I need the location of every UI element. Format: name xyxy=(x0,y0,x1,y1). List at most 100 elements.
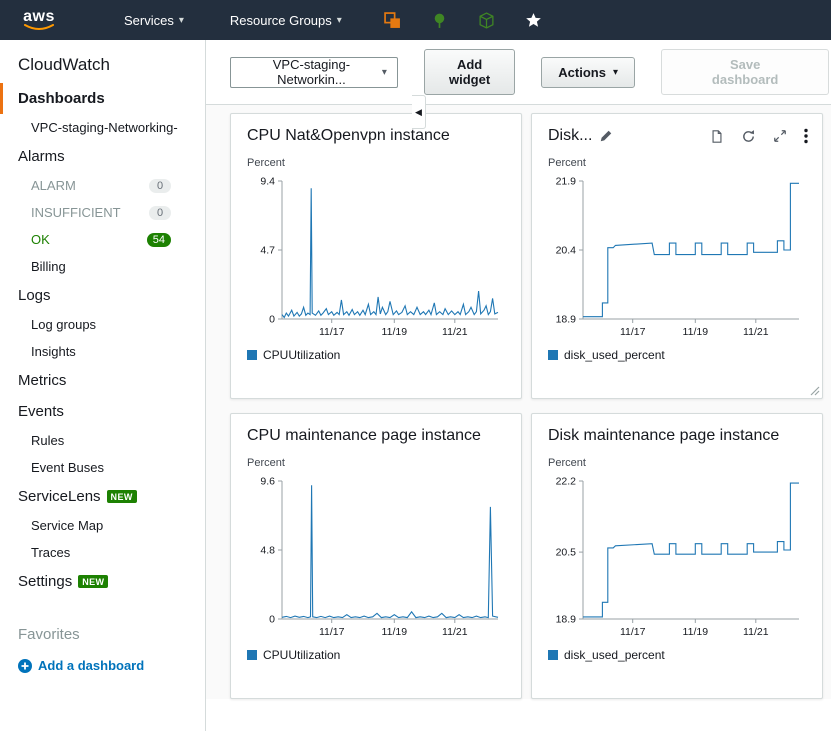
sidebar-item-log-groups[interactable]: Log groups xyxy=(0,311,205,338)
svg-text:21.9: 21.9 xyxy=(556,176,577,188)
legend-swatch xyxy=(548,650,558,660)
svg-text:9.6: 9.6 xyxy=(260,476,275,488)
legend-label[interactable]: disk_used_percent xyxy=(564,648,665,662)
widget-title: Disk... xyxy=(548,127,592,145)
svg-text:11/17: 11/17 xyxy=(620,326,646,338)
service-shortcut-stack-icon[interactable] xyxy=(384,12,401,29)
sidebar-item-servicelens[interactable]: ServiceLens NEW xyxy=(0,481,205,512)
sidebar-item-alarms[interactable]: Alarms xyxy=(0,141,205,172)
svg-text:11/21: 11/21 xyxy=(442,626,468,638)
actions-button[interactable]: Actions ▾ xyxy=(541,57,635,88)
refresh-icon[interactable] xyxy=(741,129,756,144)
widget-title: CPU maintenance page instance xyxy=(247,427,481,445)
service-shortcut-beanstalk-icon[interactable] xyxy=(431,12,448,29)
sidebar-item-traces[interactable]: Traces xyxy=(0,539,205,566)
y-axis-unit-label: Percent xyxy=(532,447,822,471)
sidebar-item-insufficient-state[interactable]: INSUFFICIENT 0 xyxy=(0,199,205,226)
add-dashboard-link[interactable]: Add a dashboard xyxy=(0,650,205,681)
kebab-menu-icon[interactable] xyxy=(804,128,808,144)
sidebar-item-metrics[interactable]: Metrics xyxy=(0,365,205,396)
sidebar-item-insights[interactable]: Insights xyxy=(0,338,205,365)
chart-legend: CPUUtilization xyxy=(231,643,521,667)
sidebar-item-logs[interactable]: Logs xyxy=(0,280,205,311)
legend-label[interactable]: disk_used_percent xyxy=(564,348,665,362)
new-badge: NEW xyxy=(78,575,108,588)
svg-text:0: 0 xyxy=(269,614,275,626)
widget-title: CPU Nat&Openvpn instance xyxy=(247,127,450,145)
add-widget-button[interactable]: Add widget xyxy=(424,49,515,95)
legend-swatch xyxy=(247,350,257,360)
svg-text:11/21: 11/21 xyxy=(442,326,468,338)
pin-star-icon[interactable] xyxy=(525,12,542,29)
widget-disk-maintenance[interactable]: Disk maintenance page instance Percent 2… xyxy=(531,413,823,699)
cloudwatch-sidebar: CloudWatch Dashboards VPC-staging-Networ… xyxy=(0,40,206,731)
svg-text:11/19: 11/19 xyxy=(683,326,709,338)
legend-label[interactable]: CPUUtilization xyxy=(263,648,340,662)
disk-used-percent-chart[interactable]: 21.9 20.4 18.9 11/17 11/19 11/21 xyxy=(541,171,813,343)
sidebar-title-cloudwatch[interactable]: CloudWatch xyxy=(0,40,205,83)
svg-text:11/17: 11/17 xyxy=(319,326,345,338)
widget-cpu-nat-openvpn[interactable]: CPU Nat&Openvpn instance Percent 9.4 4.7 0… xyxy=(230,113,522,399)
sidebar-item-events[interactable]: Events xyxy=(0,396,205,427)
widget-title: Disk maintenance page instance xyxy=(548,427,779,445)
svg-text:11/17: 11/17 xyxy=(620,626,646,638)
widget-disk[interactable]: Disk... xyxy=(531,113,823,399)
svg-text:18.9: 18.9 xyxy=(556,614,577,626)
alarm-count-badge: 0 xyxy=(149,179,171,193)
svg-text:11/19: 11/19 xyxy=(382,626,408,638)
svg-text:9.4: 9.4 xyxy=(260,176,275,188)
expand-fullscreen-icon[interactable] xyxy=(773,129,787,143)
legend-label[interactable]: CPUUtilization xyxy=(263,348,340,362)
aws-smile-icon xyxy=(24,24,54,31)
sidebar-item-settings[interactable]: Settings NEW xyxy=(0,566,205,597)
svg-text:0: 0 xyxy=(269,314,275,326)
save-dashboard-button[interactable]: Save dashboard xyxy=(661,49,829,95)
sidebar-collapse-handle[interactable]: ◀ xyxy=(412,95,426,129)
service-shortcut-cube-icon[interactable] xyxy=(478,12,495,29)
resource-groups-menu[interactable]: Resource Groups ▾ xyxy=(230,13,342,28)
svg-text:11/17: 11/17 xyxy=(319,626,345,638)
svg-text:20.5: 20.5 xyxy=(556,547,577,559)
export-document-icon[interactable] xyxy=(710,129,724,144)
disk-used-percent-chart[interactable]: 22.220.518.911/1711/1911/21 xyxy=(541,471,813,643)
widget-cpu-maintenance[interactable]: CPU maintenance page instance Percent 9.… xyxy=(230,413,522,699)
resize-grip[interactable] xyxy=(809,385,820,396)
sidebar-item-alarm-state[interactable]: ALARM 0 xyxy=(0,172,205,199)
legend-swatch xyxy=(548,350,558,360)
svg-text:20.4: 20.4 xyxy=(556,245,577,257)
y-axis-unit-label: Percent xyxy=(532,147,822,171)
svg-text:4.7: 4.7 xyxy=(260,245,275,257)
svg-text:11/19: 11/19 xyxy=(382,326,408,338)
top-navigation-bar: aws Services ▾ Resource Groups ▾ xyxy=(0,0,831,40)
chevron-down-icon: ▾ xyxy=(337,15,342,26)
svg-text:11/21: 11/21 xyxy=(743,326,769,338)
aws-logo[interactable]: aws xyxy=(0,10,78,31)
new-badge: NEW xyxy=(107,490,137,503)
dashboard-selector[interactable]: VPC-staging-Networkin... ▾ xyxy=(230,57,398,88)
svg-text:4.8: 4.8 xyxy=(260,545,275,557)
ok-count-badge: 54 xyxy=(147,233,171,247)
sidebar-item-service-map[interactable]: Service Map xyxy=(0,512,205,539)
sidebar-item-rules[interactable]: Rules xyxy=(0,427,205,454)
main-content: ◀ VPC-staging-Networkin... ▾ Add widget … xyxy=(206,40,831,731)
plus-circle-icon xyxy=(18,659,32,673)
cpu-utilization-chart[interactable]: 9.6 4.8 0 11/17 11/19 11/21 xyxy=(240,471,512,643)
edit-title-pencil-icon[interactable] xyxy=(599,129,613,143)
services-menu[interactable]: Services ▾ xyxy=(124,13,184,28)
chart-legend: disk_used_percent xyxy=(532,643,822,667)
dashboard-toolbar: VPC-staging-Networkin... ▾ Add widget Ac… xyxy=(206,40,831,105)
sidebar-item-dashboards[interactable]: Dashboards xyxy=(0,83,205,114)
svg-text:11/19: 11/19 xyxy=(683,626,709,638)
sidebar-item-billing[interactable]: Billing xyxy=(0,253,205,280)
y-axis-unit-label: Percent xyxy=(231,147,521,171)
aws-logo-text: aws xyxy=(23,10,55,24)
sidebar-item-event-buses[interactable]: Event Buses xyxy=(0,454,205,481)
chevron-down-icon: ▾ xyxy=(613,67,618,78)
cpu-utilization-chart[interactable]: 9.4 4.7 0 11/17 11/19 11/21 xyxy=(240,171,512,343)
chart-legend: disk_used_percent xyxy=(532,343,822,367)
chevron-down-icon: ▾ xyxy=(382,67,387,78)
sidebar-item-vpc-staging-dashboard[interactable]: VPC-staging-Networking- xyxy=(0,114,205,141)
sidebar-item-ok-state[interactable]: OK 54 xyxy=(0,226,205,253)
svg-text:18.9: 18.9 xyxy=(556,314,577,326)
svg-text:11/21: 11/21 xyxy=(743,626,769,638)
